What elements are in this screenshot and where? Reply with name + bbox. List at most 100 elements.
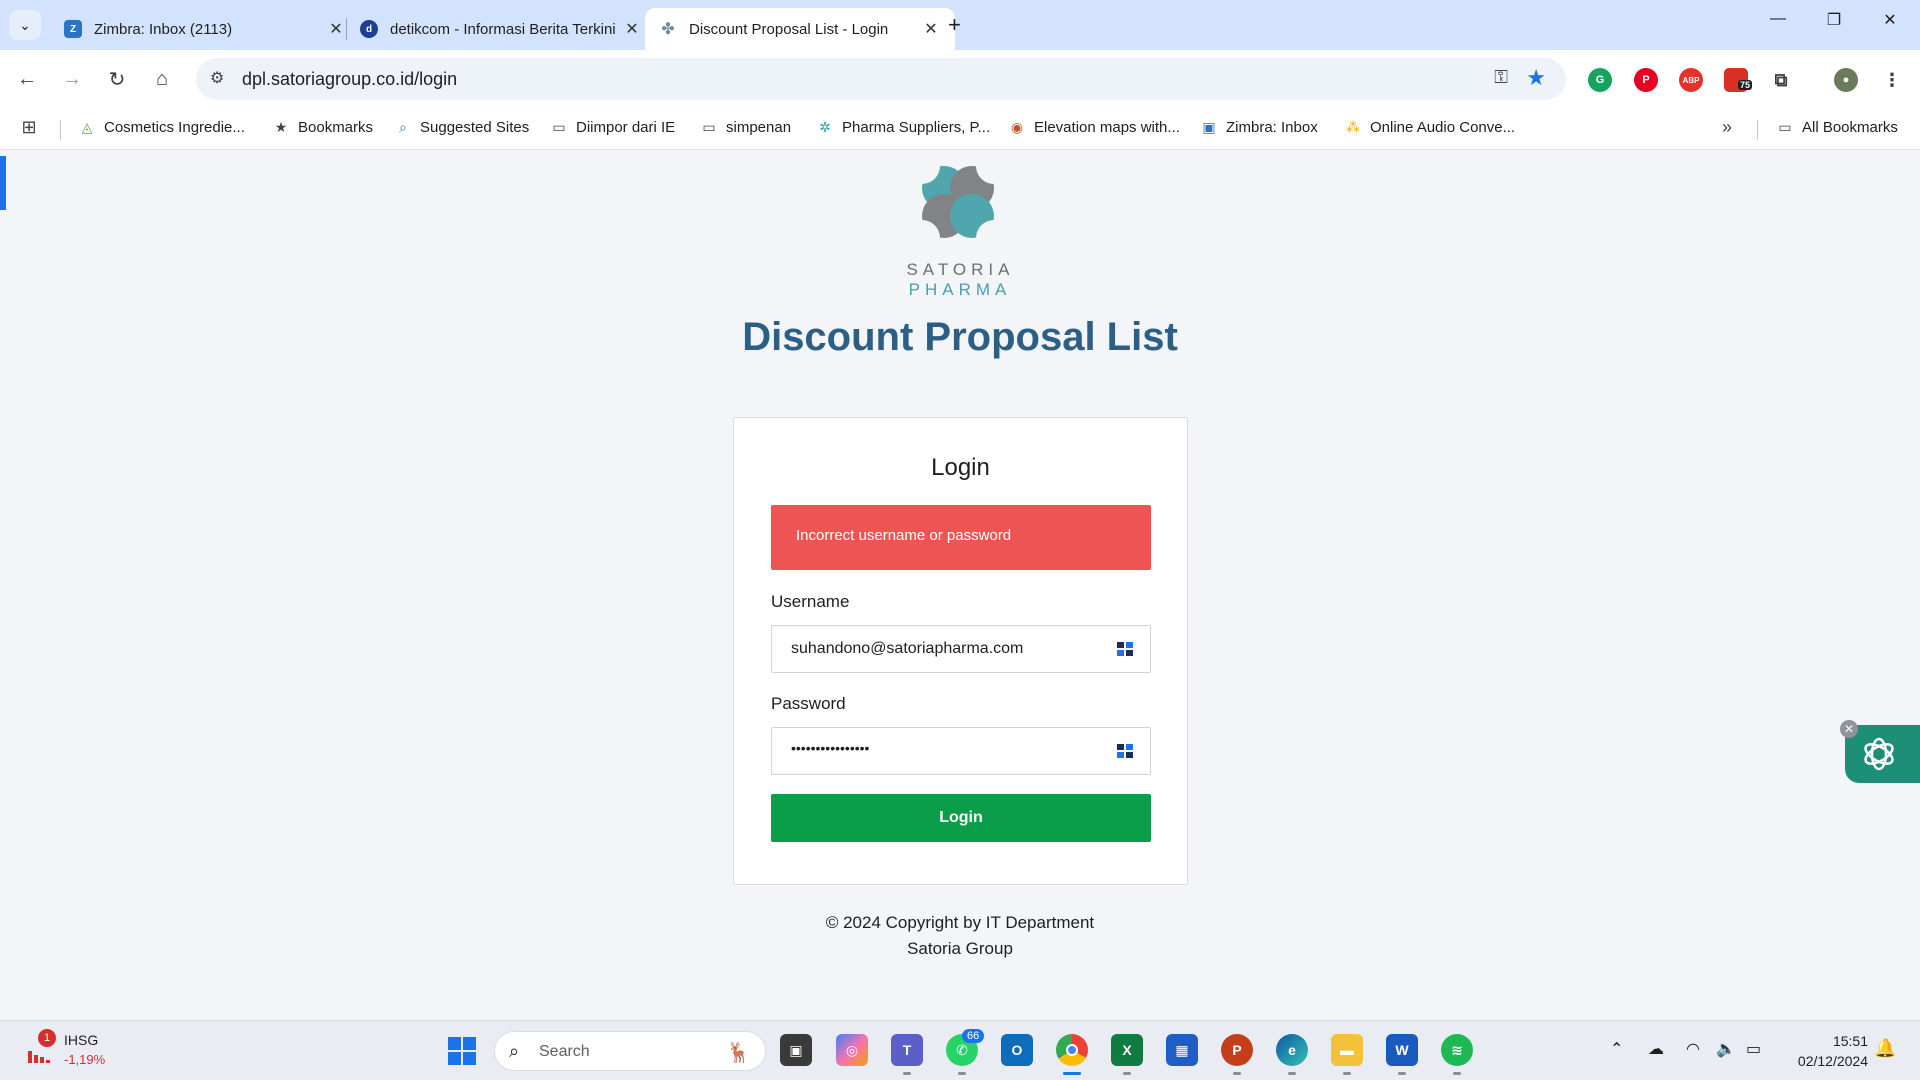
store-icon[interactable]: ▦ (1166, 1034, 1198, 1066)
username-field[interactable]: suhandono@satoriapharma.com (771, 625, 1151, 673)
brand-name: SATORIA PHARMA (906, 260, 1014, 299)
ai-assistant-icon (1864, 737, 1894, 771)
word-icon[interactable]: W (1386, 1034, 1418, 1066)
page-content: SATORIA PHARMA Discount Proposal List Lo… (0, 150, 1920, 1020)
folder-icon: ▭ (1778, 118, 1792, 135)
taskbar-search-placeholder: Search (539, 1043, 590, 1060)
bookmark-star-icon[interactable]: ★ (1526, 65, 1546, 91)
window-close-button[interactable]: ✕ (1870, 10, 1910, 30)
close-icon[interactable]: ✕ (326, 19, 346, 39)
username-label: Username (771, 592, 850, 611)
login-button[interactable]: Login (771, 794, 1151, 842)
bookmarks-overflow-icon[interactable]: » (1718, 117, 1744, 137)
bookmark-pharma-suppliers[interactable]: ✲ Pharma Suppliers, P... (816, 118, 990, 136)
extensions-puzzle-icon[interactable]: ⧉ (1769, 68, 1793, 92)
browser-toolbar: ← → ↻ ⌂ ⚙ dpl.satoriagroup.co.id/login ⚿… (0, 50, 1920, 108)
address-bar[interactable]: ⚙ dpl.satoriagroup.co.id/login ⚿ ★ (196, 58, 1566, 100)
extension-counter-icon[interactable]: 75 (1724, 68, 1753, 92)
apps-grid-icon[interactable]: ⊞ (20, 117, 46, 137)
site-info-icon[interactable]: ⚙ (210, 68, 224, 88)
tab-search-button[interactable]: ⌄ (9, 10, 41, 40)
wifi-icon[interactable]: ◠ (1686, 1039, 1700, 1059)
onedrive-icon[interactable]: ☁ (1648, 1039, 1664, 1059)
bookmark-bookmarks[interactable]: ★ Bookmarks (272, 118, 373, 136)
grammarly-icon[interactable]: G (1588, 68, 1612, 92)
bookmark-folder-simpenan[interactable]: ▭ simpenan (700, 118, 791, 136)
volume-icon[interactable]: 🔈 (1716, 1039, 1736, 1059)
battery-icon[interactable]: ▭ (1746, 1039, 1761, 1059)
edge-icon[interactable]: e (1276, 1034, 1308, 1066)
whatsapp-badge: 66 (962, 1029, 985, 1043)
forward-button[interactable]: → (57, 64, 87, 94)
spotify-icon[interactable]: ≋ (1441, 1034, 1473, 1066)
excel-icon[interactable]: X (1111, 1034, 1143, 1066)
clock-date: 02/12/2024 (1797, 1053, 1868, 1069)
bookmark-folder-ie[interactable]: ▭ Diimpor dari IE (550, 118, 675, 136)
url-text[interactable]: dpl.satoriagroup.co.id/login (242, 69, 457, 90)
password-key-icon[interactable]: ⚿ (1494, 67, 1508, 88)
focus-indicator (0, 156, 6, 210)
reload-button[interactable]: ↻ (102, 64, 132, 94)
file-explorer-icon[interactable]: ▬ (1331, 1034, 1363, 1066)
tab-detik[interactable]: d detikcom - Informasi Berita Terkini ✕ (346, 8, 656, 50)
bookmark-suggested-sites[interactable]: ⌕ Suggested Sites (394, 118, 529, 136)
password-field[interactable]: •••••••••••••••• (771, 727, 1151, 775)
teams-icon[interactable]: T (891, 1034, 923, 1066)
new-tab-button[interactable]: + (948, 12, 961, 38)
tray-overflow-icon[interactable]: ⌃ (1610, 1039, 1623, 1059)
zimbra-icon: ▣ (1202, 118, 1216, 135)
stock-change: -1,19% (64, 1052, 106, 1067)
bookmark-elevation-maps[interactable]: ◉ Elevation maps with... (1008, 118, 1180, 136)
bookmark-cosmetics[interactable]: ◬ Cosmetics Ingredie... (78, 118, 245, 136)
home-button[interactable]: ⌂ (147, 64, 177, 94)
chevron-down-icon: ⌄ (19, 16, 31, 33)
detik-icon: d (360, 20, 378, 38)
pinterest-icon[interactable]: P (1634, 68, 1658, 92)
cosmetics-icon: ◬ (81, 118, 93, 135)
search-icon: ⌕ (399, 118, 407, 135)
extension-badge: 75 (1738, 80, 1753, 90)
outlook-icon[interactable]: O (1001, 1034, 1033, 1066)
task-view-icon[interactable]: ▣ (780, 1034, 812, 1066)
username-value[interactable]: suhandono@satoriapharma.com (791, 640, 1023, 658)
login-heading: Login (931, 454, 990, 481)
page-title: Discount Proposal List (742, 315, 1178, 359)
pharma-icon: ✲ (819, 118, 831, 135)
restore-button[interactable]: ❐ (1814, 10, 1854, 30)
menu-kebab-icon[interactable]: ⋮ (1880, 68, 1904, 92)
chrome-icon[interactable] (1056, 1034, 1088, 1066)
folder-icon: ▭ (702, 118, 716, 135)
tab-strip: ⌄ Z Zimbra: Inbox (2113) ✕ d detikcom - … (0, 0, 1920, 50)
star-icon: ★ (274, 118, 288, 135)
password-value[interactable]: •••••••••••••••• (791, 740, 869, 756)
bookmarks-bar: ⊞ ◬ Cosmetics Ingredie... ★ Bookmarks ⌕ … (0, 108, 1920, 150)
tab-title: Discount Proposal List - Login (689, 20, 889, 38)
zimbra-icon: Z (64, 20, 82, 38)
minimize-button[interactable]: — (1758, 10, 1798, 28)
tab-zimbra[interactable]: Z Zimbra: Inbox (2113) ✕ (50, 8, 360, 50)
back-button[interactable]: ← (12, 64, 42, 94)
taskbar-search[interactable]: ⌕ Search 🦌 (494, 1031, 766, 1071)
windows-start-icon[interactable] (448, 1037, 476, 1065)
tab-title: detikcom - Informasi Berita Terkini (390, 20, 616, 38)
all-bookmarks[interactable]: ▭ All Bookmarks (1776, 118, 1897, 136)
adblock-icon[interactable]: ABP (1679, 68, 1703, 92)
profile-avatar[interactable]: ● (1834, 68, 1858, 92)
close-icon[interactable]: ✕ (622, 19, 642, 39)
stock-name[interactable]: IHSG (64, 1032, 98, 1048)
bookmark-zimbra[interactable]: ▣ Zimbra: Inbox (1200, 118, 1317, 136)
clock[interactable]: 15:51 02/12/2024 (1780, 1031, 1868, 1071)
bookmark-audio-converter[interactable]: ⁂ Online Audio Conve... (1344, 118, 1515, 136)
copilot-icon[interactable]: ◎ (836, 1034, 868, 1066)
search-icon: ⌕ (509, 1041, 520, 1061)
folder-icon: ▭ (552, 118, 566, 135)
autofill-icon[interactable] (1116, 742, 1134, 760)
autofill-icon[interactable] (1116, 640, 1134, 658)
puzzle-icon: ✤ (661, 21, 675, 38)
assistant-close-icon[interactable]: ✕ (1840, 720, 1858, 738)
powerpoint-icon[interactable]: P (1221, 1034, 1253, 1066)
audio-icon: ⁂ (1346, 118, 1360, 135)
notification-bell-icon[interactable]: 🔔 (1874, 1038, 1896, 1059)
tab-discount-proposal[interactable]: ✤ Discount Proposal List - Login ✕ (645, 8, 955, 50)
close-icon[interactable]: ✕ (921, 19, 941, 39)
